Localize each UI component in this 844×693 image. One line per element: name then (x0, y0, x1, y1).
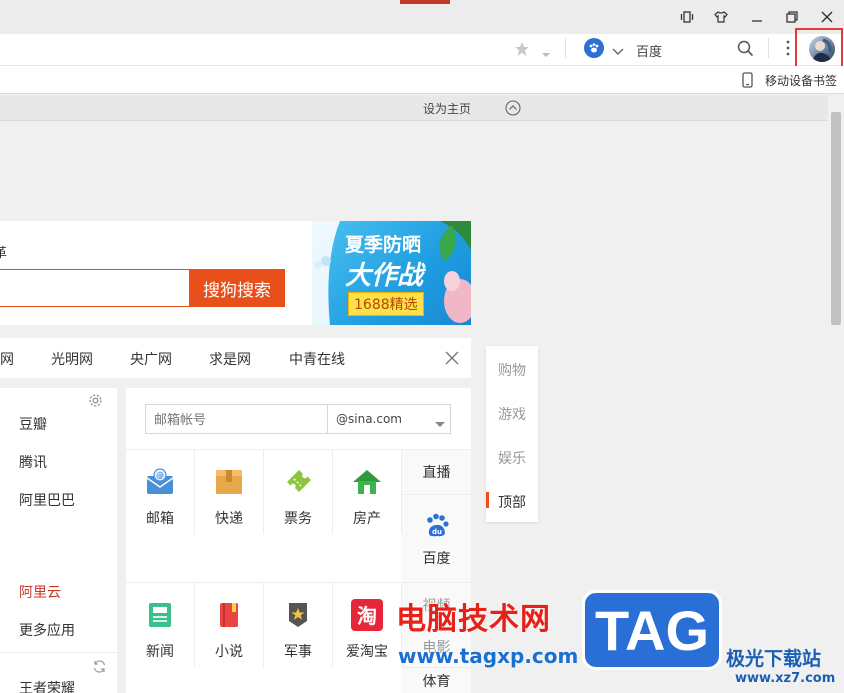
watermark-site-name: 极光下载站 (726, 648, 822, 670)
watermark-tag-logo: TAG (582, 590, 722, 670)
nav-top[interactable]: 顶部 (486, 492, 538, 512)
mobile-bookmarks-link[interactable]: 移动设备书签 (765, 72, 843, 89)
sogou-search-button[interactable]: 搜狗搜索 (189, 269, 285, 307)
ad-headline: 夏季防晒 (345, 234, 422, 256)
services-row-1: @ 邮箱 快递 票务 房产 (126, 449, 402, 534)
house-icon (351, 466, 383, 498)
watermark-url: www.tagxp.com (398, 644, 579, 668)
favorite-star-icon[interactable] (514, 41, 530, 61)
nav-shopping[interactable]: 购物 (486, 360, 538, 380)
divider (565, 38, 566, 58)
search-engine-dropdown-icon[interactable] (612, 44, 624, 60)
left-sites-column (0, 388, 117, 693)
mobile-device-icon[interactable] (742, 72, 753, 92)
service-label: 邮箱 (146, 511, 174, 527)
home-bar (0, 95, 828, 121)
site-link-aliyun[interactable]: 阿里云 (19, 582, 61, 602)
service-baidu[interactable]: du 百度 (402, 494, 471, 582)
active-tab-indicator (400, 0, 450, 4)
service-label: 小说 (215, 644, 243, 660)
service-aitaobao[interactable]: 淘 爱淘宝 (333, 582, 402, 667)
service-housing[interactable]: 房产 (333, 449, 402, 534)
close-icon[interactable] (816, 6, 838, 28)
search-label-fragment: 革 (0, 246, 8, 261)
service-sports[interactable]: 体育 (402, 667, 471, 693)
divider (0, 652, 117, 653)
settings-gear-icon[interactable] (88, 393, 103, 412)
mail-domain-select[interactable]: @sina.com (327, 404, 451, 434)
link-item[interactable]: 网 (0, 349, 14, 369)
mail-icon: @ (144, 466, 176, 498)
baidu-paw-icon[interactable] (584, 38, 604, 58)
collapse-up-icon[interactable] (505, 100, 521, 120)
watermark-site-url: www.xz7.com (735, 671, 836, 686)
link-item[interactable]: 中青在线 (289, 349, 345, 369)
service-live[interactable]: 直播 (402, 449, 471, 494)
service-tickets[interactable]: 票务 (264, 449, 333, 534)
more-menu-icon[interactable] (786, 40, 790, 60)
service-label: 爱淘宝 (346, 644, 388, 660)
service-express[interactable]: 快递 (195, 449, 264, 534)
ad-badge: 1688精选 (348, 292, 424, 316)
service-label: 房产 (353, 511, 381, 527)
taobao-icon: 淘 (351, 599, 383, 631)
bookmark-bar (0, 66, 844, 94)
link-item[interactable]: 光明网 (51, 349, 93, 369)
search-input[interactable] (0, 269, 190, 307)
mail-account-input[interactable] (145, 404, 328, 434)
site-link-alibaba[interactable]: 阿里巴巴 (19, 490, 75, 510)
ticket-icon (282, 466, 314, 498)
military-badge-icon (282, 599, 314, 631)
favorite-dropdown-icon[interactable] (541, 46, 551, 62)
vibrate-icon[interactable] (676, 6, 698, 28)
package-box-icon (213, 466, 245, 498)
game-link[interactable]: 王者荣耀 (19, 678, 75, 693)
book-icon (213, 599, 245, 631)
svg-text:淘: 淘 (357, 604, 377, 628)
service-label: 快递 (215, 511, 243, 527)
watermark-text: 电脑技术网 (396, 602, 551, 637)
site-link-douban[interactable]: 豆瓣 (19, 414, 47, 434)
baidu-icon: du (422, 510, 452, 540)
mail-domain-dropdown-icon[interactable] (435, 416, 445, 432)
nav-games[interactable]: 游戏 (486, 404, 538, 424)
link-item[interactable]: 央广网 (130, 349, 172, 369)
close-links-icon[interactable] (445, 351, 459, 369)
news-icon (144, 599, 176, 631)
svg-text:du: du (432, 528, 442, 536)
service-label: 军事 (284, 644, 312, 660)
services-row-2: 新闻 小说 军事 淘 爱淘宝 (126, 582, 402, 667)
restore-icon[interactable] (781, 6, 803, 28)
more-apps-link[interactable]: 更多应用 (19, 620, 75, 640)
service-novel[interactable]: 小说 (195, 582, 264, 667)
service-label: 票务 (284, 511, 312, 527)
service-mail[interactable]: @ 邮箱 (126, 449, 195, 534)
refresh-icon[interactable] (92, 659, 107, 678)
service-military[interactable]: 军事 (264, 582, 333, 667)
minimize-icon[interactable] (746, 6, 768, 28)
skin-shirt-icon[interactable] (710, 6, 732, 28)
service-label: 新闻 (146, 644, 174, 660)
mail-domain-value: @sina.com (336, 412, 402, 426)
nav-entertainment[interactable]: 娱乐 (486, 448, 538, 468)
divider (768, 38, 769, 58)
link-item[interactable]: 求是网 (209, 349, 251, 369)
service-label: 百度 (422, 550, 451, 567)
svg-text:@: @ (156, 471, 164, 480)
service-news[interactable]: 新闻 (126, 582, 195, 667)
site-link-tencent[interactable]: 腾讯 (19, 452, 47, 472)
search-engine-name: 百度 (636, 45, 663, 60)
ad-title: 大作战 (345, 261, 424, 291)
scrollbar-thumb[interactable] (831, 112, 841, 325)
search-icon[interactable] (737, 40, 754, 61)
address-bar[interactable] (0, 34, 844, 66)
set-homepage-link[interactable]: 设为主页 (423, 100, 471, 117)
